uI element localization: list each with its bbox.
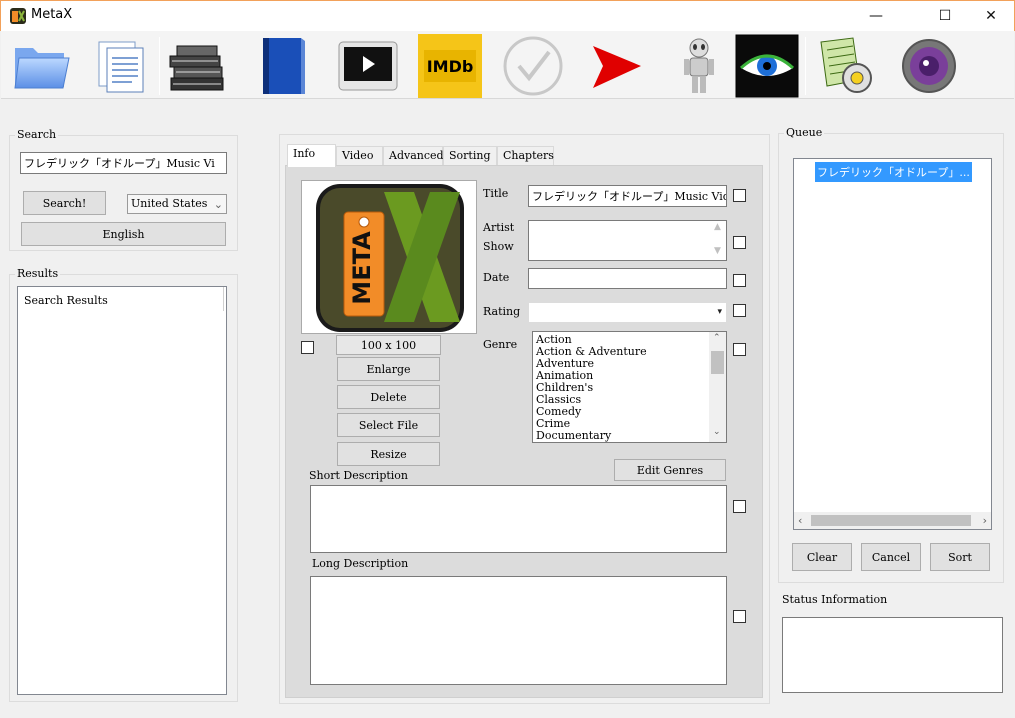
imdb-icon[interactable]: IMDb <box>418 34 482 98</box>
long-description-label: Long Description <box>312 557 409 570</box>
queue-scroll-thumb[interactable] <box>811 515 971 526</box>
chevron-down-icon: ⌄ <box>213 198 223 211</box>
scroll-right-icon[interactable]: › <box>983 514 987 527</box>
date-checkbox[interactable] <box>733 274 746 287</box>
rating-select[interactable]: ▾ <box>528 302 727 323</box>
scroll-left-icon[interactable]: ‹ <box>798 514 802 527</box>
date-label: Date <box>483 271 510 284</box>
robot-icon[interactable] <box>667 34 731 98</box>
artist-scrollbar[interactable]: ▲ ▼ <box>710 221 726 260</box>
artist-input[interactable]: ▲ ▼ <box>528 220 727 261</box>
show-label: Show <box>483 240 514 253</box>
short-description-label: Short Description <box>309 469 409 482</box>
search-input[interactable]: フレデリック「オドループ」Music Vi <box>20 152 227 174</box>
scroll-up-icon[interactable]: ⌃ <box>713 333 721 343</box>
select-file-button[interactable]: Select File <box>337 413 440 437</box>
resize-button[interactable]: Resize <box>337 442 440 466</box>
tab-sorting[interactable]: Sorting <box>443 146 497 166</box>
documents-icon[interactable] <box>89 34 153 98</box>
checkmark-icon[interactable] <box>501 34 565 98</box>
artwork-frame[interactable]: META <box>301 180 477 334</box>
scroll-up-icon[interactable]: ▲ <box>714 222 721 232</box>
spreadsheet-settings-icon[interactable] <box>813 34 877 98</box>
region-select-value: United States <box>131 197 208 210</box>
queue-items: フレデリック「オドループ」... <box>815 162 972 182</box>
open-folder-icon[interactable] <box>9 34 73 98</box>
search-button[interactable]: Search! <box>23 191 106 215</box>
artwork-size-button[interactable]: 100 x 100 <box>336 335 441 355</box>
long-description-checkbox[interactable] <box>733 610 746 623</box>
title-bar: MetaX — ☐ ✕ <box>0 0 1015 31</box>
queue-hscrollbar[interactable]: ‹ › <box>794 512 991 529</box>
short-description-checkbox[interactable] <box>733 500 746 513</box>
short-description-input[interactable] <box>310 485 727 553</box>
genre-scrollbar[interactable]: ⌃ ⌄ <box>709 332 726 442</box>
window-title: MetaX <box>31 7 73 22</box>
close-button[interactable]: ✕ <box>968 1 1014 31</box>
scroll-down-icon[interactable]: ▼ <box>714 246 721 256</box>
artwork-text: META <box>348 231 376 305</box>
genre-checkbox[interactable] <box>733 343 746 356</box>
delete-button[interactable]: Delete <box>337 385 440 409</box>
video-player-icon[interactable] <box>335 34 399 98</box>
results-list[interactable]: Search Results <box>17 286 227 695</box>
red-arrow-icon[interactable] <box>585 34 649 98</box>
svg-text:IMDb: IMDb <box>427 57 474 76</box>
rating-checkbox[interactable] <box>733 304 746 317</box>
results-placeholder: Search Results <box>24 294 108 307</box>
genre-label: Genre <box>483 338 518 351</box>
title-checkbox[interactable] <box>733 189 746 202</box>
tab-chapters[interactable]: Chapters <box>497 146 554 166</box>
minimize-button[interactable]: — <box>853 1 899 31</box>
queue-list[interactable]: フレデリック「オドループ」... ‹ › <box>793 158 992 530</box>
dropdown-arrow-icon: ▾ <box>717 307 722 317</box>
status-label: Status Information <box>782 593 888 606</box>
toolbar-separator <box>159 37 160 95</box>
search-group-label: Search <box>17 128 57 141</box>
cancel-button[interactable]: Cancel <box>861 543 921 571</box>
results-column-divider <box>223 287 224 311</box>
queue-group-label: Queue <box>786 126 823 139</box>
tab-info[interactable]: Info <box>287 144 336 167</box>
genre-item[interactable]: Documentary <box>536 430 647 442</box>
blue-book-icon[interactable] <box>251 34 315 98</box>
language-button[interactable]: English <box>21 222 226 246</box>
book-stack-icon[interactable] <box>165 34 229 98</box>
artwork-checkbox[interactable] <box>301 341 314 354</box>
genre-list[interactable]: Action Action & Adventure Adventure Animati… <box>532 331 727 443</box>
rating-label: Rating <box>483 305 521 318</box>
metax-artwork-image: META <box>316 184 464 332</box>
clear-button[interactable]: Clear <box>792 543 852 571</box>
artist-checkbox[interactable] <box>733 236 746 249</box>
genre-items: Action Action & Adventure Adventure Animati… <box>536 334 647 442</box>
long-description-input[interactable] <box>310 576 727 685</box>
toolbar: IMDb <box>1 31 1014 99</box>
edit-genres-button[interactable]: Edit Genres <box>614 459 726 481</box>
status-output <box>782 617 1003 693</box>
maximize-button[interactable]: ☐ <box>922 1 968 31</box>
scroll-down-icon[interactable]: ⌄ <box>713 427 721 437</box>
title-label: Title <box>483 187 509 200</box>
sort-button[interactable]: Sort <box>930 543 990 571</box>
results-group-label: Results <box>17 267 59 280</box>
date-input[interactable] <box>528 268 727 289</box>
eye-icon[interactable] <box>735 34 799 98</box>
region-select[interactable]: United States ⌄ <box>127 194 227 214</box>
queue-item[interactable]: フレデリック「オドループ」... <box>815 162 972 182</box>
title-input[interactable]: フレデリック「オドループ」Music Vid <box>528 185 727 207</box>
help-globe-icon[interactable] <box>897 34 961 98</box>
genre-scroll-thumb[interactable] <box>711 351 724 374</box>
metax-app-icon <box>10 8 26 24</box>
artist-label: Artist <box>483 221 515 234</box>
tab-advanced[interactable]: Advanced <box>383 146 444 166</box>
toolbar-separator <box>805 37 806 95</box>
enlarge-button[interactable]: Enlarge <box>337 357 440 381</box>
tab-video[interactable]: Video <box>336 146 383 166</box>
